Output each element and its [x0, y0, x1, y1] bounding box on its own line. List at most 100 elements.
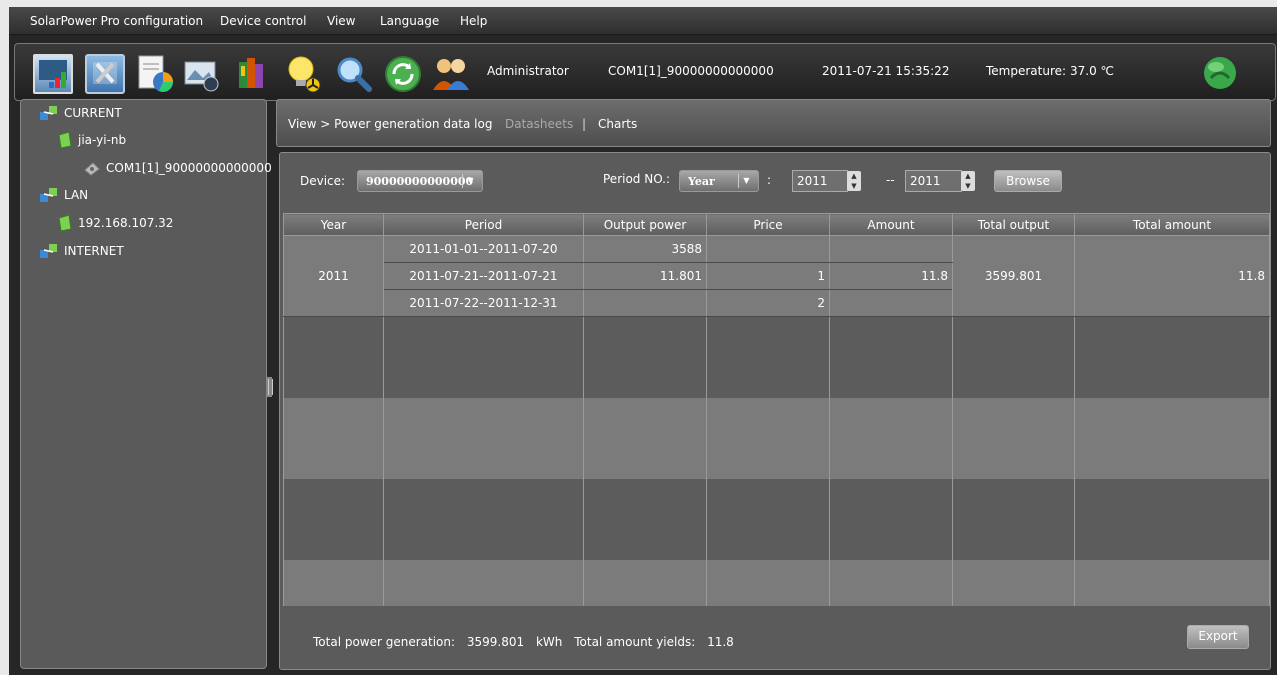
tree-node-host[interactable]: jia-yi-nb: [57, 131, 126, 149]
toolbar: Administrator COM1[1]_90000000000000 201…: [14, 43, 1276, 101]
col-header-year[interactable]: Year: [283, 213, 384, 236]
tab-datasheets[interactable]: Datasheets: [505, 117, 573, 131]
cell-year: 2011: [283, 235, 384, 317]
tab-separator: |: [582, 117, 587, 131]
documents-icon[interactable]: [233, 54, 273, 94]
tree-node-lan[interactable]: LAN: [39, 186, 88, 204]
empty-row: [283, 478, 1270, 560]
cell-price: 2: [706, 289, 830, 317]
spin-arrows-icon[interactable]: ▲ ▼: [961, 171, 975, 191]
cell-amount: [829, 235, 953, 263]
menu-solarpower-config[interactable]: SolarPower Pro configuration: [30, 14, 203, 28]
network-icon: [40, 106, 57, 120]
tree-label-internet: INTERNET: [64, 244, 124, 258]
monitor-icon[interactable]: [33, 54, 73, 94]
tools-icon[interactable]: [85, 54, 125, 94]
refresh-icon[interactable]: [383, 54, 423, 94]
cell-amount: [829, 289, 953, 317]
from-year-spinner[interactable]: 2011 ▲ ▼: [792, 170, 861, 192]
tree-label-current: CURRENT: [64, 106, 122, 120]
computer-icon: [58, 131, 72, 149]
breadcrumb: View > Power generation data log Datashe…: [276, 99, 1271, 147]
chevron-down-icon: ▼: [738, 174, 754, 188]
tab-charts[interactable]: Charts: [598, 117, 637, 131]
tree-node-internet[interactable]: INTERNET: [39, 242, 124, 260]
cell-period: 2011-07-22--2011-12-31: [383, 289, 584, 317]
table-row[interactable]: 2011 2011-01-01--2011-07-20 3588 3599.80…: [283, 235, 1270, 317]
cell-output: 11.801: [583, 262, 707, 290]
range-dash: --: [886, 173, 895, 187]
lightbulb-icon[interactable]: [283, 54, 323, 94]
main-panel: View > Power generation data log Datashe…: [276, 99, 1271, 671]
temperature-value: 37.0 ℃: [1070, 64, 1115, 78]
to-year-spinner[interactable]: 2011 ▲ ▼: [905, 170, 975, 192]
table-header-row: Year Period Output power Price Amount To…: [283, 213, 1270, 236]
tree-node-ip[interactable]: 192.168.107.32: [57, 214, 173, 232]
total-generation-unit: kWh: [535, 635, 563, 649]
period-select[interactable]: Year ▼: [679, 170, 759, 192]
col-header-amount[interactable]: Amount: [829, 213, 953, 236]
tree-label-host: jia-yi-nb: [78, 133, 127, 147]
breadcrumb-path: View > Power generation data log: [288, 117, 493, 131]
spin-arrows-icon[interactable]: ▲ ▼: [847, 171, 861, 191]
tree-node-current[interactable]: CURRENT: [39, 104, 122, 122]
power-log-table: Year Period Output power Price Amount To…: [283, 213, 1270, 606]
cell-output: 3588: [583, 235, 707, 263]
cell-price: [706, 235, 830, 263]
camera-icon[interactable]: [183, 54, 223, 94]
network-icon: [40, 188, 57, 202]
cell-total-output: 3599.801: [952, 235, 1075, 317]
cell-period: 2011-01-01--2011-07-20: [383, 235, 584, 263]
col-header-total-output[interactable]: Total output: [952, 213, 1075, 236]
report-icon[interactable]: [135, 54, 175, 94]
device-id-display: COM1[1]_90000000000000: [608, 64, 774, 78]
period-colon: :: [767, 173, 772, 187]
device-label: Device:: [300, 174, 346, 188]
network-icon: [40, 244, 57, 258]
menu-device-control[interactable]: Device control: [220, 14, 306, 28]
menu-view[interactable]: View: [327, 14, 355, 28]
empty-row: [283, 559, 1270, 606]
browse-button[interactable]: Browse: [994, 170, 1062, 192]
cell-output: [583, 289, 707, 317]
datetime-display: 2011-07-21 15:35:22: [822, 64, 950, 78]
from-year-value: 2011: [797, 174, 828, 188]
total-generation-label: Total power generation:: [313, 635, 456, 649]
col-header-output-power[interactable]: Output power: [583, 213, 707, 236]
export-button[interactable]: Export: [1187, 625, 1249, 649]
device-port-icon: [84, 162, 100, 176]
app-window: SolarPower Pro configuration Device cont…: [9, 7, 1277, 675]
search-icon[interactable]: [333, 54, 373, 94]
device-select-value: 90000000000000: [366, 175, 474, 188]
col-header-total-amount[interactable]: Total amount: [1074, 213, 1270, 236]
device-tree: CURRENT jia-yi-nb COM1[1]_90000000000000…: [20, 99, 272, 669]
tree-label-ip: 192.168.107.32: [78, 216, 174, 230]
period-select-value: Year: [688, 175, 715, 188]
menu-help[interactable]: Help: [460, 14, 487, 28]
summary-bar: Total power generation: 3599.801 kWh Tot…: [313, 635, 734, 649]
period-label: Period NO.:: [603, 172, 671, 186]
computer-icon: [58, 214, 72, 232]
connection-status-icon: [1203, 56, 1237, 90]
device-select[interactable]: 90000000000000 ▼: [357, 170, 483, 192]
to-year-value: 2011: [910, 174, 941, 188]
cell-price: 1: [706, 262, 830, 290]
total-yields-label: Total amount yields:: [574, 635, 696, 649]
col-header-price[interactable]: Price: [706, 213, 830, 236]
data-log-panel: Device: 90000000000000 ▼ Period NO.: Yea…: [279, 152, 1271, 670]
menu-language[interactable]: Language: [380, 14, 439, 28]
cell-total-amount: 11.8: [1074, 235, 1270, 317]
tree-node-com[interactable]: COM1[1]_90000000000000: [83, 160, 272, 176]
user-role: Administrator: [487, 64, 569, 78]
users-icon[interactable]: [431, 54, 471, 94]
col-header-period[interactable]: Period: [383, 213, 584, 236]
temperature-label: Temperature:: [986, 64, 1067, 78]
tree-label-com: COM1[1]_90000000000000: [106, 161, 272, 175]
tree-label-lan: LAN: [64, 188, 89, 202]
splitter-handle[interactable]: [267, 377, 273, 397]
cell-amount: 11.8: [829, 262, 953, 290]
empty-row: [283, 397, 1270, 479]
chevron-down-icon: ▼: [462, 174, 478, 188]
total-generation-value: 3599.801: [466, 635, 525, 649]
menu-bar: SolarPower Pro configuration Device cont…: [9, 7, 1277, 35]
